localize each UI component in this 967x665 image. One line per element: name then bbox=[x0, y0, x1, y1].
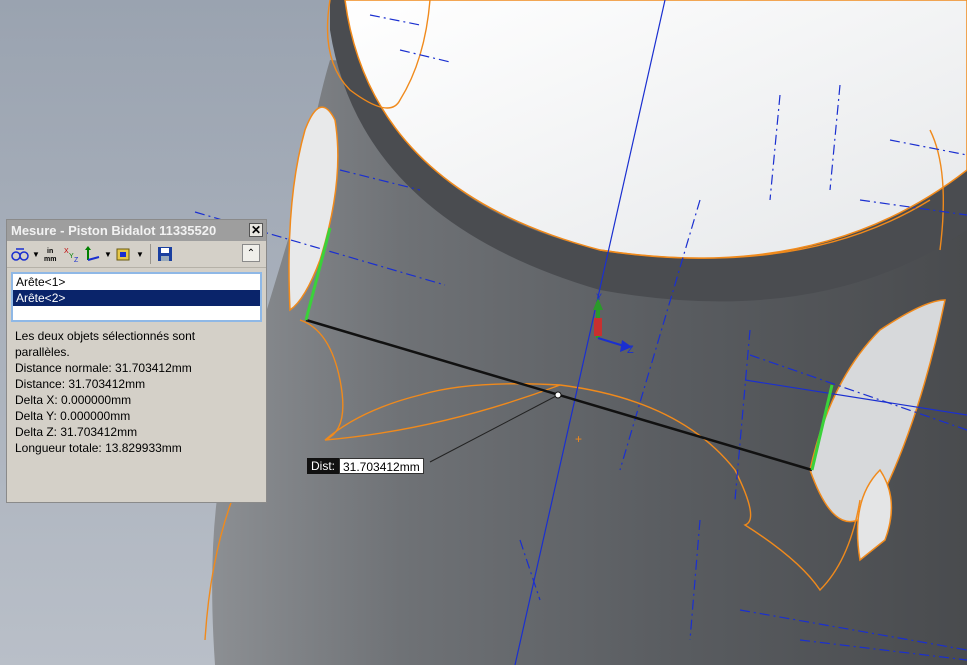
triad-z-label: Z bbox=[627, 344, 634, 356]
units-icon[interactable]: in mm bbox=[43, 244, 61, 264]
dimension-key: Dist: bbox=[307, 458, 339, 474]
result-parallel-line1: Les deux objets sélectionnés sont bbox=[15, 329, 196, 343]
projection-icon[interactable] bbox=[115, 244, 133, 264]
selection-item-1[interactable]: Arête<1> bbox=[13, 274, 260, 290]
result-normal-distance: Distance normale: 31.703412mm bbox=[15, 361, 192, 375]
xyz-measure-icon[interactable]: X Y Z bbox=[63, 244, 81, 264]
close-button[interactable]: ✕ bbox=[249, 223, 263, 237]
result-delta-z: Delta Z: 31.703412mm bbox=[15, 425, 138, 439]
svg-text:in: in bbox=[47, 248, 53, 255]
dimension-value: 31.703412mm bbox=[339, 458, 424, 474]
result-delta-y: Delta Y: 0.000000mm bbox=[15, 409, 131, 423]
save-icon[interactable] bbox=[156, 244, 174, 264]
svg-text:mm: mm bbox=[44, 256, 56, 263]
measure-dialog[interactable]: Mesure - Piston Bidalot 11335520 ✕ ▼ in … bbox=[6, 219, 267, 503]
triad-y-label: Y bbox=[596, 292, 602, 302]
arc-options-dropdown-icon[interactable]: ▼ bbox=[31, 244, 41, 264]
midpoint-marker bbox=[554, 391, 562, 399]
projection-dropdown-icon[interactable]: ▼ bbox=[135, 244, 145, 264]
result-delta-x: Delta X: 0.000000mm bbox=[15, 393, 132, 407]
result-parallel-line2: parallèles. bbox=[15, 345, 70, 359]
result-total-length: Longueur totale: 13.829933mm bbox=[15, 441, 182, 455]
coordinate-dropdown-icon[interactable]: ▼ bbox=[103, 244, 113, 264]
measure-toolbar: ▼ in mm X Y Z ▼ ▼ ⌃ bbox=[7, 241, 266, 268]
measure-results: Les deux objets sélectionnés sont parall… bbox=[7, 322, 266, 456]
coordinate-system-icon[interactable] bbox=[83, 244, 101, 264]
svg-text:Z: Z bbox=[74, 257, 79, 263]
result-distance: Distance: 31.703412mm bbox=[15, 377, 146, 391]
distance-dimension-label[interactable]: Dist: 31.703412mm bbox=[307, 458, 424, 474]
collapse-button[interactable]: ⌃ bbox=[242, 244, 260, 262]
selection-item-2[interactable]: Arête<2> bbox=[13, 290, 260, 306]
arc-circle-measure-icon[interactable] bbox=[11, 244, 29, 264]
measure-titlebar[interactable]: Mesure - Piston Bidalot 11335520 ✕ bbox=[7, 220, 266, 241]
origin-marker: + bbox=[575, 432, 582, 446]
toolbar-separator bbox=[150, 244, 151, 264]
window-title: Mesure - Piston Bidalot 11335520 bbox=[11, 223, 217, 238]
selection-list[interactable]: Arête<1> Arête<2> bbox=[11, 272, 262, 322]
